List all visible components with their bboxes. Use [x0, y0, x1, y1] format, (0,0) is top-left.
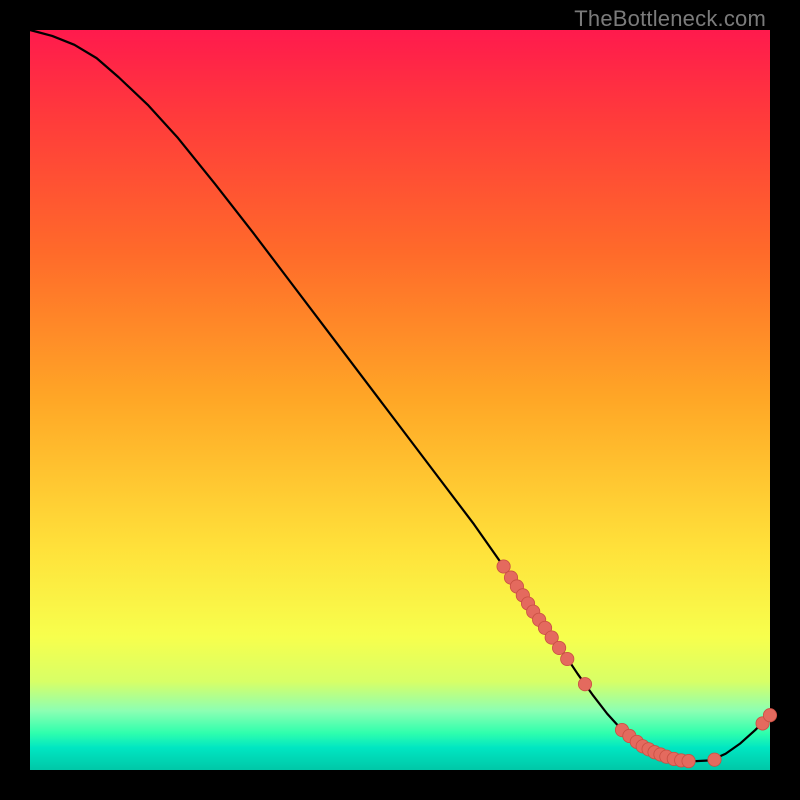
- chart-overlay: [30, 30, 770, 770]
- watermark-text: TheBottleneck.com: [574, 6, 766, 32]
- curve-marker: [763, 709, 776, 722]
- curve-marker: [682, 754, 695, 767]
- curve-marker: [552, 641, 565, 654]
- curve-marker: [578, 678, 591, 691]
- curve-marker: [561, 652, 574, 665]
- bottleneck-curve: [30, 30, 770, 761]
- chart-stage: TheBottleneck.com: [0, 0, 800, 800]
- curve-marker: [708, 753, 721, 766]
- plot-area: [30, 30, 770, 770]
- curve-markers: [497, 560, 777, 768]
